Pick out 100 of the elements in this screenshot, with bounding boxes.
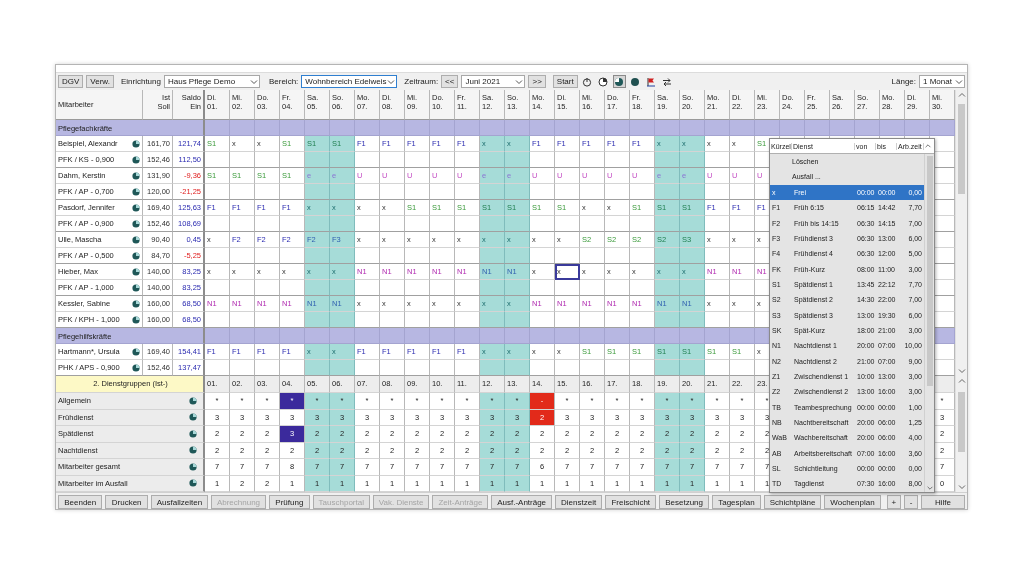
table-cell[interactable] xyxy=(405,248,430,264)
pie-chart-icon[interactable] xyxy=(189,446,197,455)
table-cell[interactable] xyxy=(305,360,330,376)
action-button[interactable]: Freischicht xyxy=(605,495,657,509)
table-cell[interactable] xyxy=(580,248,605,264)
table-cell[interactable] xyxy=(530,280,555,296)
action-button[interactable]: Wochenplan xyxy=(824,495,881,509)
table-cell[interactable] xyxy=(655,184,680,200)
table-cell[interactable] xyxy=(605,280,630,296)
facility-dropdown[interactable]: Haus Pflege Demo xyxy=(163,75,260,88)
table-cell[interactable] xyxy=(330,360,355,376)
pie-chart-icon[interactable] xyxy=(132,251,140,260)
table-cell[interactable] xyxy=(305,280,330,296)
toolbar-button[interactable]: DGV xyxy=(58,75,84,88)
table-cell[interactable] xyxy=(380,216,405,232)
table-cell[interactable] xyxy=(480,216,505,232)
table-cell[interactable] xyxy=(480,152,505,168)
pie-chart-icon[interactable] xyxy=(189,462,197,471)
area-dropdown[interactable]: Wohnbereich Edelweis xyxy=(301,75,398,88)
table-cell[interactable] xyxy=(255,216,280,232)
table-cell[interactable] xyxy=(405,152,430,168)
table-cell[interactable] xyxy=(405,216,430,232)
action-button[interactable]: Drucken xyxy=(105,495,148,509)
table-cell[interactable] xyxy=(505,360,530,376)
table-cell[interactable] xyxy=(405,184,430,200)
action-button[interactable]: Schichtpläne xyxy=(763,495,822,509)
table-cell[interactable] xyxy=(680,184,705,200)
table-cell[interactable] xyxy=(430,184,455,200)
toolbar-button[interactable]: Verw. xyxy=(86,75,114,88)
action-button[interactable]: Ausf.-Anträge xyxy=(491,495,552,509)
table-cell[interactable] xyxy=(330,312,355,328)
table-cell[interactable] xyxy=(555,248,580,264)
table-cell[interactable] xyxy=(655,312,680,328)
pie-chart-icon[interactable] xyxy=(132,315,140,324)
table-cell[interactable] xyxy=(580,216,605,232)
table-cell[interactable] xyxy=(680,248,705,264)
table-cell[interactable] xyxy=(705,184,730,200)
table-cell[interactable] xyxy=(530,152,555,168)
table-cell[interactable] xyxy=(305,216,330,232)
table-cell[interactable] xyxy=(255,152,280,168)
table-cell[interactable] xyxy=(680,280,705,296)
table-cell[interactable] xyxy=(680,152,705,168)
table-cell[interactable] xyxy=(255,280,280,296)
pie-chart-icon[interactable] xyxy=(189,396,197,405)
table-cell[interactable] xyxy=(430,280,455,296)
table-cell[interactable] xyxy=(505,184,530,200)
table-cell[interactable] xyxy=(730,248,755,264)
scroll-thumb[interactable] xyxy=(958,392,965,452)
table-cell[interactable] xyxy=(230,248,255,264)
period-dropdown[interactable]: Juni 2021 xyxy=(461,75,526,88)
table-cell[interactable] xyxy=(330,248,355,264)
table-cell[interactable] xyxy=(480,360,505,376)
table-cell[interactable] xyxy=(205,280,230,296)
table-cell[interactable] xyxy=(255,184,280,200)
table-cell[interactable] xyxy=(330,280,355,296)
scroll-thumb[interactable] xyxy=(926,156,933,386)
length-dropdown[interactable]: 1 Monat xyxy=(919,75,965,88)
action-button[interactable]: Prüfung xyxy=(269,495,310,509)
table-cell[interactable] xyxy=(680,360,705,376)
pie-chart-icon[interactable] xyxy=(132,171,140,180)
table-cell[interactable] xyxy=(605,184,630,200)
table-cell[interactable] xyxy=(530,248,555,264)
help-button[interactable]: Hilfe xyxy=(921,495,965,509)
table-cell[interactable] xyxy=(305,184,330,200)
pie-chart-icon[interactable] xyxy=(132,299,140,308)
table-cell[interactable] xyxy=(505,152,530,168)
table-cell[interactable] xyxy=(480,312,505,328)
pie-chart-icon[interactable] xyxy=(132,219,140,228)
table-cell[interactable] xyxy=(355,280,380,296)
pie-chart-icon[interactable] xyxy=(132,363,140,372)
table-cell[interactable] xyxy=(330,152,355,168)
table-cell[interactable] xyxy=(205,152,230,168)
table-cell[interactable] xyxy=(680,312,705,328)
pie-chart-icon[interactable] xyxy=(132,203,140,212)
table-cell[interactable] xyxy=(355,216,380,232)
scrollbar[interactable] xyxy=(955,376,967,492)
action-button[interactable]: Beenden xyxy=(58,495,103,509)
table-cell[interactable] xyxy=(230,280,255,296)
table-cell[interactable] xyxy=(330,216,355,232)
table-cell[interactable] xyxy=(655,280,680,296)
table-cell[interactable] xyxy=(605,152,630,168)
table-cell[interactable] xyxy=(555,216,580,232)
table-cell[interactable] xyxy=(305,248,330,264)
table-cell[interactable] xyxy=(655,152,680,168)
table-cell[interactable] xyxy=(555,152,580,168)
pie-chart-icon[interactable] xyxy=(132,267,140,276)
table-cell[interactable] xyxy=(355,248,380,264)
pie-chart-icon[interactable] xyxy=(189,479,197,488)
table-cell[interactable] xyxy=(555,184,580,200)
table-cell[interactable] xyxy=(680,216,705,232)
table-cell[interactable] xyxy=(330,184,355,200)
next-button[interactable]: >> xyxy=(528,75,546,88)
table-cell[interactable] xyxy=(655,360,680,376)
table-cell[interactable] xyxy=(730,280,755,296)
table-cell[interactable] xyxy=(205,184,230,200)
table-cell[interactable] xyxy=(380,280,405,296)
table-cell[interactable] xyxy=(580,184,605,200)
pie-chart-icon[interactable] xyxy=(132,235,140,244)
table-cell[interactable] xyxy=(480,248,505,264)
table-cell[interactable] xyxy=(205,216,230,232)
